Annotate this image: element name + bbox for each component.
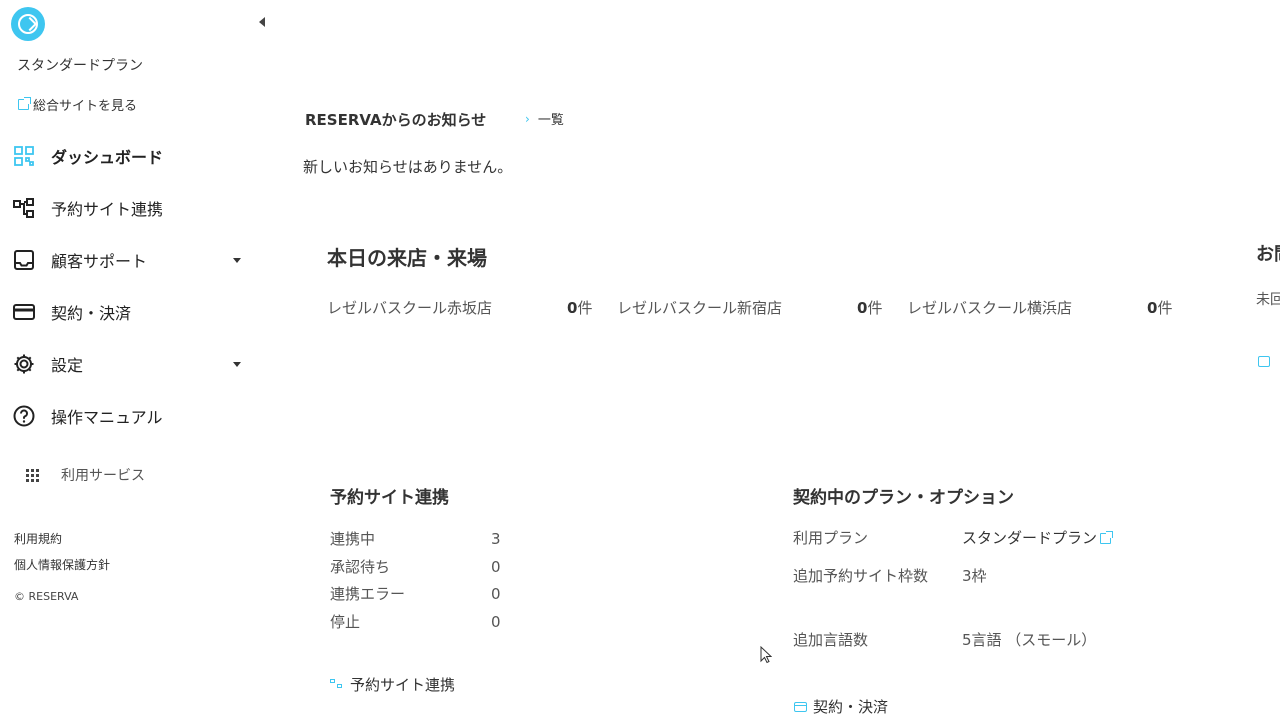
- copyright: © RESERVA: [14, 590, 79, 603]
- news-list-label: 一覧: [537, 113, 564, 128]
- help-circle-icon: [12, 404, 36, 428]
- sidebar-item-manual[interactable]: 操作マニュアル: [0, 390, 260, 442]
- sitemap-icon: [12, 196, 36, 220]
- sidebar-item-support[interactable]: 顧客サポート: [0, 234, 260, 286]
- site-link-row-value: 3: [491, 530, 501, 548]
- collapse-sidebar-icon[interactable]: [259, 17, 265, 27]
- inbox-icon[interactable]: [1258, 356, 1270, 367]
- dashboard-icon: [12, 144, 36, 168]
- sidebar-item-label: ダッシュボード: [51, 148, 164, 167]
- site-link-row-label: 連携エラー: [330, 585, 406, 603]
- sidebar-item-label: 設定: [51, 356, 84, 375]
- sidebar-item-settings[interactable]: 設定: [0, 338, 260, 390]
- site-link-card-title: 予約サイト連携: [330, 488, 449, 508]
- contract-card-link-label: 契約・決済: [813, 698, 889, 716]
- store-name: レゼルバスクール横浜店: [907, 299, 1073, 317]
- site-link-row-value: 0: [491, 613, 501, 631]
- site-link-card-link[interactable]: 予約サイト連携: [330, 674, 455, 695]
- chevron-right-icon: ›: [525, 111, 530, 126]
- chevron-down-icon: [233, 258, 241, 263]
- sidebar-item-label: 予約サイト連携: [51, 200, 164, 219]
- current-plan-value: スタンダードプラン: [962, 529, 1098, 547]
- current-plan-link[interactable]: スタンダードプラン: [962, 526, 1114, 551]
- sidebar-item-label: 契約・決済: [51, 304, 132, 323]
- store-count: 0件: [567, 299, 593, 317]
- site-link-row-label: 連携中: [330, 530, 376, 548]
- terms-link[interactable]: 利用規約: [14, 530, 62, 547]
- sidebar-item-contract[interactable]: 契約・決済: [0, 286, 260, 338]
- credit-card-icon: [794, 701, 807, 712]
- store-item: レゼルバスクール新宿店 0件: [617, 296, 887, 346]
- contract-row-label: 追加予約サイト枠数: [793, 567, 929, 585]
- contract-row-value: 5言語 （スモール）: [962, 631, 1097, 649]
- services-button[interactable]: 利用サービス: [26, 465, 145, 485]
- inquiries-text: 未回: [1256, 292, 1280, 308]
- sitemap-icon: [330, 678, 344, 691]
- sidebar-nav: ダッシュボード 予約サイト連携 顧客サポート 契約・決済 設定 操作マニュアル: [0, 130, 260, 442]
- sidebar-item-label: 顧客サポート: [51, 252, 148, 271]
- view-site-label: 総合サイトを見る: [33, 99, 138, 114]
- store-item: レゼルバスクール赤坂店 0件: [327, 296, 597, 346]
- contract-row-value: 3枠: [962, 567, 987, 585]
- store-name: レゼルバスクール赤坂店: [327, 299, 493, 317]
- view-site-link[interactable]: 総合サイトを見る: [18, 95, 137, 114]
- news-empty-message: 新しいお知らせはありません。: [303, 158, 513, 176]
- credit-card-icon: [12, 300, 36, 324]
- site-link-row-label: 承認待ち: [330, 558, 391, 576]
- sidebar-item-label: 操作マニュアル: [51, 408, 163, 427]
- contract-card-link[interactable]: 契約・決済: [794, 696, 888, 717]
- services-label: 利用サービス: [61, 468, 145, 484]
- plan-name: スタンダードプラン: [17, 58, 143, 74]
- privacy-link[interactable]: 個人情報保護方針: [14, 556, 110, 573]
- news-title: RESERVAからのお知らせ: [305, 111, 487, 129]
- chevron-down-icon: [233, 362, 241, 367]
- apps-grid-icon: [26, 468, 39, 482]
- store-count: 0件: [857, 299, 883, 317]
- store-count: 0件: [1147, 299, 1173, 317]
- site-link-card-link-label: 予約サイト連携: [350, 676, 456, 694]
- gear-icon: [12, 352, 36, 376]
- inbox-icon: [12, 248, 36, 272]
- contract-row-label: 追加言語数: [793, 631, 869, 649]
- store-name: レゼルバスクール新宿店: [617, 299, 783, 317]
- site-link-row-value: 0: [491, 585, 501, 603]
- external-link-icon: [18, 97, 31, 110]
- external-link-icon: [1100, 531, 1114, 544]
- contract-row-label: 利用プラン: [793, 529, 869, 547]
- sidebar-item-dashboard[interactable]: ダッシュボード: [0, 130, 260, 182]
- news-list-link[interactable]: › 一覧: [525, 109, 564, 129]
- logo[interactable]: [11, 7, 45, 41]
- contract-card-title: 契約中のプラン・オプション: [793, 488, 1014, 508]
- site-link-row-label: 停止: [330, 613, 361, 631]
- site-link-row-value: 0: [491, 558, 501, 576]
- sidebar-item-site-link[interactable]: 予約サイト連携: [0, 182, 260, 234]
- sidebar: スタンダードプラン 総合サイトを見る ダッシュボード 予約サイト連携 顧客サポー…: [0, 0, 265, 720]
- inquiries-title: お問: [1256, 244, 1280, 265]
- store-item: レゼルバスクール横浜店 0件: [907, 296, 1177, 346]
- today-visits-title: 本日の来店・来場: [327, 246, 487, 270]
